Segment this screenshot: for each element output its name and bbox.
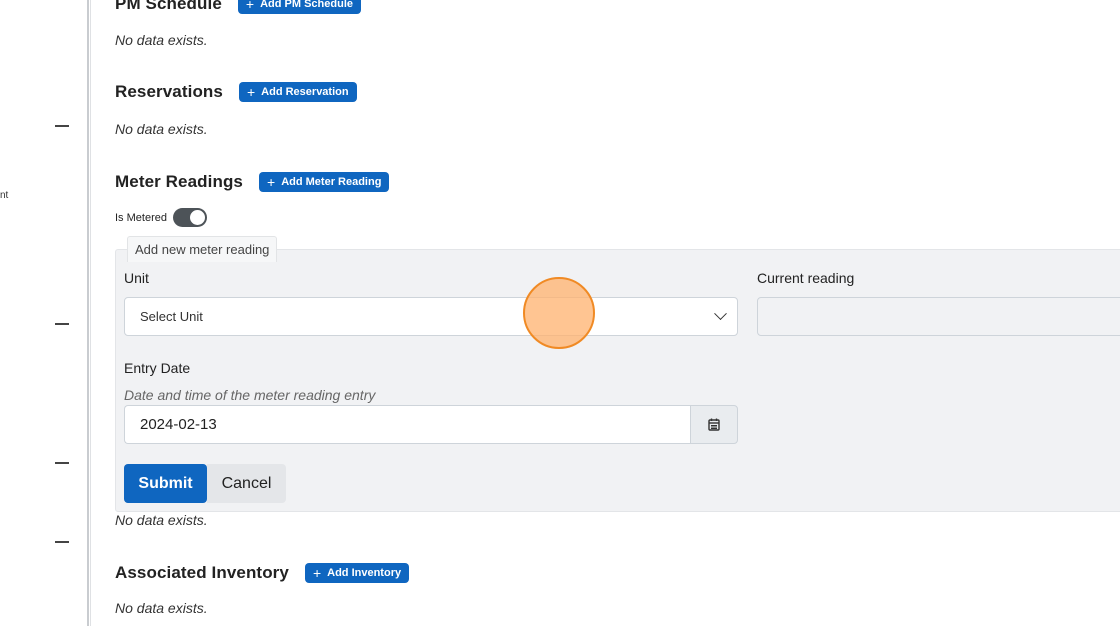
section-title: Associated Inventory [115, 563, 289, 582]
unit-label: Unit [124, 270, 149, 286]
associated-inventory-header: Associated Inventory + Add Inventory [115, 563, 410, 583]
collapse-toggle-icon[interactable] [55, 125, 69, 127]
add-inventory-button[interactable]: + Add Inventory [304, 563, 410, 583]
plus-icon: + [245, 0, 255, 12]
cancel-button[interactable]: Cancel [207, 464, 286, 503]
calendar-icon [708, 418, 720, 431]
entry-date-label: Entry Date [124, 360, 191, 376]
empty-state: No data exists. [115, 512, 208, 528]
sidebar: nt [0, 0, 92, 626]
add-pm-schedule-button[interactable]: + Add PM Schedule [237, 0, 361, 14]
pm-schedule-header: PM Schedule + Add PM Schedule [115, 0, 361, 14]
add-meter-reading-button[interactable]: + Add Meter Reading [259, 172, 390, 192]
unit-select[interactable]: Select Unit [124, 297, 738, 336]
plus-icon: + [267, 174, 276, 190]
section-title: Meter Readings [115, 172, 243, 191]
entry-date-group: 2024-02-13 [124, 405, 738, 444]
is-metered-row: Is Metered [115, 208, 207, 227]
meter-readings-header: Meter Readings + Add Meter Reading [115, 172, 390, 192]
button-label: Add Meter Reading [281, 176, 382, 188]
page: nt PM Schedule + Add PM Schedule No data… [0, 0, 1120, 626]
submit-button[interactable]: Submit [124, 464, 207, 503]
button-label: Add PM Schedule [260, 0, 353, 10]
collapse-toggle-icon[interactable] [55, 541, 69, 543]
empty-state: No data exists. [115, 32, 208, 48]
click-indicator [523, 277, 595, 349]
empty-state: No data exists. [115, 121, 208, 137]
sidebar-item-label[interactable]: nt [0, 190, 8, 201]
calendar-button[interactable] [690, 405, 738, 444]
add-meter-reading-tab: Add new meter reading [127, 236, 278, 262]
collapse-toggle-icon[interactable] [55, 462, 69, 464]
current-reading-label: Current reading [757, 270, 855, 286]
plus-icon: + [246, 84, 256, 100]
is-metered-toggle[interactable] [172, 208, 207, 227]
meter-reading-form: Unit Select Unit Current reading Entry D… [115, 249, 1120, 512]
section-title: Reservations [115, 82, 223, 101]
current-reading-input[interactable] [757, 297, 1120, 336]
chevron-down-icon [714, 307, 727, 321]
unit-select-value: Select Unit [140, 309, 203, 324]
plus-icon: + [312, 565, 322, 581]
is-metered-label: Is Metered [115, 211, 167, 224]
entry-date-input[interactable]: 2024-02-13 [124, 405, 690, 444]
main-content: PM Schedule + Add PM Schedule No data ex… [115, 0, 1120, 626]
section-title: PM Schedule [115, 0, 222, 13]
button-label: Add Inventory [327, 567, 402, 579]
sidebar-divider [87, 0, 91, 626]
entry-date-help: Date and time of the meter reading entry [124, 387, 376, 403]
empty-state: No data exists. [115, 600, 208, 616]
reservations-header: Reservations + Add Reservation [115, 82, 357, 102]
collapse-toggle-icon[interactable] [55, 323, 69, 325]
add-reservation-button[interactable]: + Add Reservation [238, 82, 357, 102]
toggle-knob [189, 210, 205, 225]
button-label: Add Reservation [261, 86, 349, 98]
